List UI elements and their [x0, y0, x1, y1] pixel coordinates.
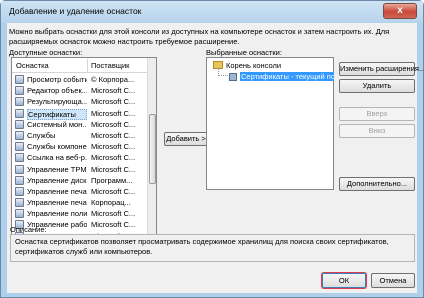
snapin-list-item[interactable]: Службы Microsoft C... [12, 130, 148, 141]
snapin-list-item[interactable]: Сертификаты Microsoft C... [12, 108, 148, 120]
snapin-vendor: Microsoft C... [91, 97, 136, 107]
snapin-vendor: © Корпора... [91, 75, 135, 84]
snapin-vendor: Microsoft C... [91, 142, 136, 152]
snapin-name: Управление печа... [27, 198, 87, 208]
snapin-icon [15, 75, 24, 84]
snapin-vendor: Microsoft C... [91, 164, 136, 174]
description-label: Описание: [10, 225, 47, 234]
dialog-body: Можно выбрать оснастки для этой консоли … [7, 23, 424, 293]
snapin-vendor: Корпорац... [91, 198, 131, 208]
snapin-vendor: Microsoft C... [91, 186, 136, 196]
certificate-icon [229, 73, 237, 81]
snapin-name: Управление печа... [27, 186, 87, 196]
intro-text: Можно выбрать оснастки для этой консоли … [9, 27, 390, 46]
column-header-snapin[interactable]: Оснастка [16, 61, 49, 70]
snapin-vendor: Microsoft C... [91, 220, 136, 230]
snapin-icon [15, 142, 24, 152]
snapin-vendor: Программ... [91, 175, 133, 185]
selected-snapins-label: Выбранные оснастки: [206, 48, 282, 57]
edit-extensions-button[interactable]: Изменить расширения... [339, 62, 424, 76]
snapin-name: Результирующа... [27, 97, 87, 107]
snapin-icon [15, 97, 24, 107]
snapin-list-item[interactable]: Управление печа... Корпорац... [12, 197, 148, 208]
snapin-vendor: Microsoft C... [91, 153, 136, 163]
snapin-vendor: Microsoft C... [91, 86, 136, 96]
move-down-button[interactable]: Вниз [339, 124, 415, 138]
snapin-icon [15, 198, 24, 208]
snapin-vendor: Microsoft C... [91, 119, 136, 129]
snapin-icon [15, 130, 24, 140]
scrollbar-thumb[interactable] [149, 114, 156, 184]
snapin-icon [15, 119, 24, 129]
vertical-scrollbar[interactable] [147, 58, 156, 238]
tree-node-label: Сертификаты - текущий пол [240, 72, 334, 81]
snapin-icon [15, 86, 24, 96]
title-bar[interactable]: Добавление и удаление оснасток x [1, 1, 423, 23]
snapin-name: Редактор объек... [27, 86, 87, 96]
snapin-vendor: Microsoft C... [91, 130, 136, 140]
snapin-name: Ссылка на веб-р... [27, 153, 87, 163]
available-snapins-label: Доступные оснастки: [9, 48, 83, 57]
tree-connector-line [218, 68, 228, 76]
snapin-vendor: Microsoft C... [91, 209, 136, 219]
dialog-window: Добавление и удаление оснасток x Можно в… [0, 0, 424, 298]
snapin-list-item[interactable]: Управление печа... Microsoft C... [12, 186, 148, 197]
snapin-list-item[interactable]: Результирующа... Microsoft C... [12, 96, 148, 107]
snapin-list-item[interactable]: Редактор объек... Microsoft C... [12, 85, 148, 96]
snapin-list-item[interactable]: Просмотр событий © Корпора... [12, 74, 148, 85]
snapin-name: Управление диск... [27, 175, 87, 185]
snapin-list-item[interactable]: Управление TPM Microsoft C... [12, 164, 148, 175]
description-box: Оснастка сертификатов позволяет просматр… [10, 234, 415, 262]
snapin-list-item[interactable]: Управление полит... Microsoft C... [12, 208, 148, 219]
snapin-list-item[interactable]: Системный мон... Microsoft C... [12, 119, 148, 130]
snapin-list-item[interactable]: Службы компоне... Microsoft C... [12, 141, 148, 152]
snapin-name: Управление полит... [27, 209, 87, 219]
list-header: Оснастка Поставщик [12, 58, 148, 73]
column-header-vendor[interactable]: Поставщик [91, 61, 129, 70]
snapin-icon [15, 175, 24, 185]
column-separator[interactable] [87, 59, 88, 72]
add-button[interactable]: Добавить > [164, 132, 208, 146]
selected-snapins-tree[interactable]: Корень консоли Сертификаты - текущий пол [206, 57, 334, 190]
snapin-icon [15, 209, 24, 219]
cancel-button[interactable]: Отмена [371, 273, 415, 288]
snapin-icon [15, 153, 24, 163]
snapin-rows: Просмотр событий © Корпора... Редактор объ… [12, 74, 148, 242]
advanced-button[interactable]: Дополнительно... [339, 177, 415, 191]
snapin-list-item[interactable]: Ссылка на веб-р... Microsoft C... [12, 152, 148, 163]
close-button[interactable]: x [383, 3, 417, 19]
snapin-name: Системный мон... [27, 119, 87, 129]
snapin-name: Службы [27, 130, 56, 140]
snapin-vendor: Microsoft C... [91, 108, 136, 118]
snapin-icon [15, 164, 24, 174]
snapin-name: Службы компоне... [27, 142, 87, 152]
snapin-icon [15, 186, 24, 196]
snapin-icon [15, 108, 24, 118]
move-up-button[interactable]: Вверх [339, 107, 415, 121]
tree-node-label: Корень консоли [226, 61, 282, 70]
remove-button[interactable]: Удалить [339, 79, 415, 93]
snapin-name: Управление TPM [27, 164, 87, 174]
snapin-name: Просмотр событий [27, 75, 87, 84]
window-title: Добавление и удаление оснасток [9, 6, 142, 16]
available-snapins-list[interactable]: Оснастка Поставщик Просмотр событий © Кор… [11, 57, 157, 242]
snapin-list-item[interactable]: Управление диск... Программ... [12, 175, 148, 186]
ok-button[interactable]: ОК [322, 273, 366, 288]
